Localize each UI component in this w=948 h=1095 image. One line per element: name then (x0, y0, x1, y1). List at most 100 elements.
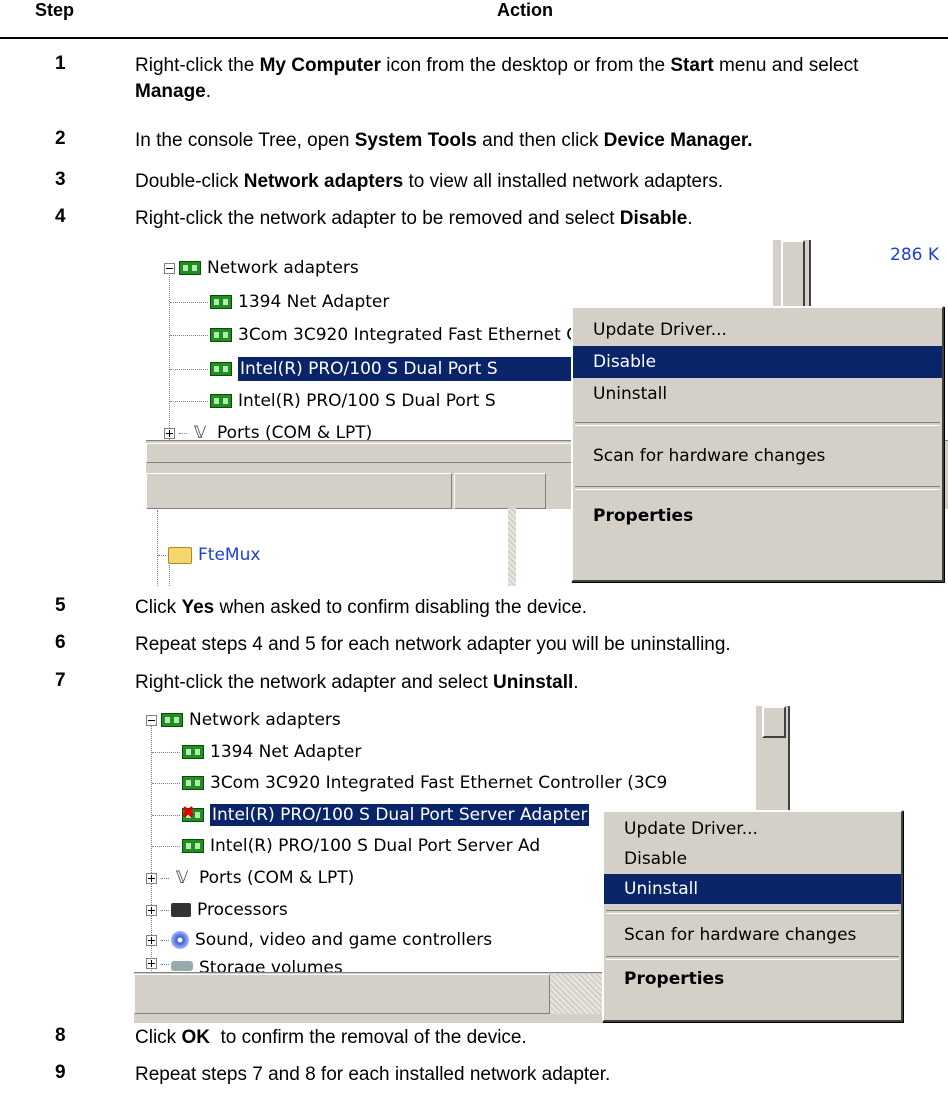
menu-item-uninstall[interactable]: Uninstall (604, 874, 901, 904)
processor-icon (171, 903, 191, 917)
step-number: 5 (55, 595, 66, 616)
step-text: Click Yes when asked to confirm disablin… (135, 597, 588, 618)
port-icon: 𝕍 (175, 868, 189, 888)
expand-icon[interactable] (146, 872, 157, 884)
tree-branch (152, 814, 180, 816)
tree-branch (161, 909, 169, 911)
expand-icon[interactable] (146, 904, 157, 916)
collapse-icon[interactable] (164, 262, 175, 274)
menu-item-scan-hardware[interactable]: Scan for hardware changes (604, 920, 901, 950)
tree-label: 1394 Net Adapter (210, 742, 362, 762)
menu-separator (575, 422, 940, 426)
header-rule (0, 37, 948, 39)
tree-branch (158, 554, 166, 556)
step-text: Right-click the My Computer icon from th… (135, 55, 859, 102)
storage-icon (171, 961, 193, 971)
network-adapter-icon (210, 362, 232, 376)
step-number: 4 (55, 206, 66, 227)
tree-label: Sound, video and game controllers (195, 930, 493, 950)
tree-node-1394-net-adapter[interactable]: 1394 Net Adapter (170, 292, 389, 312)
expand-icon[interactable] (164, 427, 175, 439)
network-adapter-icon (210, 295, 232, 309)
menu-item-disable[interactable]: Disable (573, 346, 942, 378)
device-manager-screenshot-uninstall: Network adapters 1394 Net Adapter 3Com 3… (134, 706, 904, 1023)
expand-icon[interactable] (146, 934, 157, 946)
menu-item-properties[interactable]: Properties (604, 964, 901, 994)
tree-branch (170, 400, 208, 402)
tree-branch (161, 877, 169, 879)
tree-label: Processors (197, 900, 288, 920)
step-number: 2 (55, 128, 66, 149)
tree-node-3com-controller[interactable]: 3Com 3C920 Integrated Fast Ethernet Cont… (152, 773, 667, 793)
step-number: 8 (55, 1025, 66, 1046)
folder-icon (168, 546, 192, 564)
tree-node-network-adapters[interactable]: Network adapters (164, 258, 359, 278)
tree-node-intel-adapter-selected[interactable]: ✖ Intel(R) PRO/100 S Dual Port Server Ad… (152, 804, 590, 826)
header-cell (146, 473, 452, 509)
menu-item-uninstall[interactable]: Uninstall (573, 378, 942, 410)
status-pane (134, 974, 550, 1014)
menu-item-properties[interactable]: Properties (573, 500, 942, 532)
menu-item-disable[interactable]: Disable (604, 844, 901, 874)
tree-label: 3Com 3C920 Integrated Fast Ethernet Cont… (210, 773, 668, 793)
menu-item-update-driver[interactable]: Update Driver... (573, 314, 942, 346)
tree-node-ports[interactable]: 𝕍 Ports (COM & LPT) (146, 868, 354, 888)
step-text: Double-click Network adapters to view al… (135, 171, 724, 192)
step-number: 7 (55, 670, 66, 691)
step-number: 9 (55, 1062, 66, 1083)
network-adapter-icon (182, 776, 204, 790)
tree-branch (152, 845, 180, 847)
menu-separator (575, 486, 940, 490)
tree-branch (152, 751, 180, 753)
scrollbar-thumb[interactable] (762, 706, 786, 738)
tree-label: Network adapters (207, 258, 359, 278)
step-text: Right-click the network adapter to be re… (135, 208, 693, 229)
action-column-header: Action (497, 0, 553, 20)
step-text: Right-click the network adapter and sele… (135, 672, 579, 693)
tree-node-1394-net-adapter[interactable]: 1394 Net Adapter (152, 742, 361, 762)
menu-separator (606, 956, 899, 960)
pane-divider (508, 508, 516, 586)
collapse-icon[interactable] (146, 714, 157, 726)
tree-label: Storage volumes (199, 958, 343, 972)
tree-branch (152, 782, 180, 784)
tree-node-intel-adapter[interactable]: Intel(R) PRO/100 S Dual Port S (170, 391, 496, 411)
tree-node-storage-volumes[interactable]: Storage volumes (146, 958, 343, 972)
tree-node-intel-adapter[interactable]: Intel(R) PRO/100 S Dual Port Server Ad (152, 836, 540, 856)
tree-label: FteMux (198, 545, 261, 565)
tree-branch (170, 368, 208, 370)
context-menu: Update Driver... Disable Uninstall Scan … (602, 810, 903, 1022)
tree-branch (170, 334, 208, 336)
tree-label: 1394 Net Adapter (238, 292, 390, 312)
tree-label: Intel(R) PRO/100 S Dual Port S (238, 391, 496, 411)
step-text: Click OK to confirm the removal of the d… (135, 1027, 527, 1048)
step-text: Repeat steps 7 and 8 for each installed … (135, 1064, 611, 1085)
step-number: 6 (55, 632, 66, 653)
resize-grip (550, 974, 610, 1014)
tree-node-ftemux[interactable]: FteMux (158, 545, 260, 565)
tree-label: Intel(R) PRO/100 S Dual Port Server Ad (210, 836, 541, 856)
network-adapter-icon (179, 261, 201, 275)
disabled-adapter-icon: ✖ (181, 805, 204, 822)
step-text: Repeat steps 4 and 5 for each network ad… (135, 634, 731, 655)
scrollbar-thumb[interactable] (781, 240, 805, 314)
expand-icon[interactable] (146, 958, 157, 969)
network-adapter-icon (182, 839, 204, 853)
tree-node-network-adapters[interactable]: Network adapters (146, 710, 341, 730)
step-number: 1 (55, 53, 66, 74)
tree-branch (161, 939, 169, 941)
tree-node-sound-video[interactable]: Sound, video and game controllers (146, 930, 492, 950)
menu-item-update-driver[interactable]: Update Driver... (604, 814, 901, 844)
menu-item-scan-hardware[interactable]: Scan for hardware changes (573, 440, 942, 472)
network-adapter-icon (210, 328, 232, 342)
network-adapter-icon (182, 745, 204, 759)
step-column-header: Step (35, 0, 75, 20)
network-adapter-icon (210, 394, 232, 408)
header-cell (454, 473, 546, 509)
tree-branch (170, 301, 208, 303)
tree-label: Ports (COM & LPT) (199, 868, 355, 888)
step-number: 3 (55, 169, 66, 190)
tree-branch (179, 432, 187, 434)
tree-node-processors[interactable]: Processors (146, 900, 288, 920)
speaker-icon (171, 931, 189, 949)
